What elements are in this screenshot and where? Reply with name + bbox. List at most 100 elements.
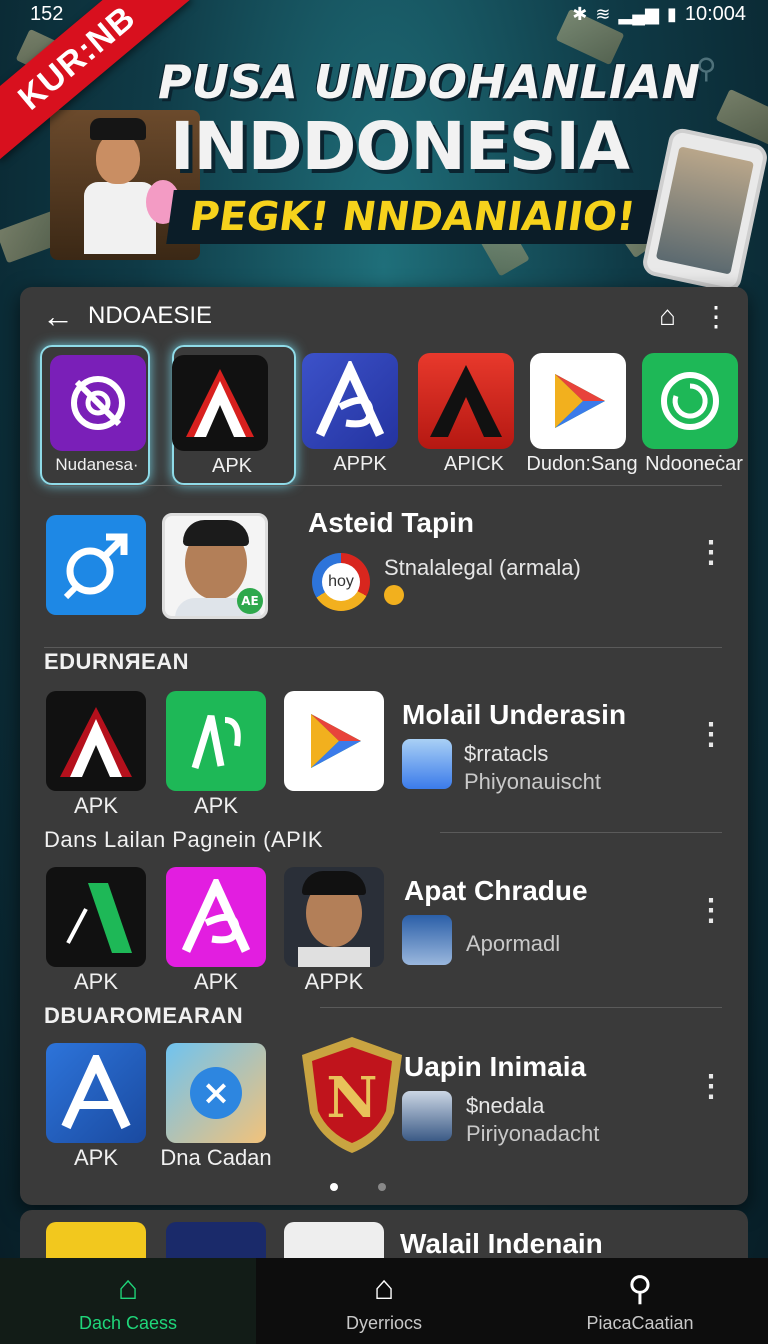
more-vert-icon[interactable]: ⋮ — [696, 1069, 726, 1104]
more-vert-icon[interactable]: ⋮ — [696, 893, 726, 928]
divider — [44, 485, 722, 486]
banner-subheadline: PEGK! NNDANIAIIO! — [166, 190, 659, 244]
page-dot[interactable] — [378, 1183, 386, 1191]
banner-headline: PUSA UNDOHANLIAN — [158, 55, 701, 109]
bottom-navigation: ⌂ Dach Caess ⌂ Dyerriocs ⚲ PiacaCaatian — [0, 1258, 768, 1344]
item-price: $rratacls — [464, 741, 549, 766]
page-dot-active[interactable] — [330, 1183, 338, 1191]
nav-tab-dach-caess[interactable]: ⌂ Dach Caess — [0, 1258, 256, 1344]
back-arrow-icon[interactable]: ← — [42, 298, 74, 335]
item-title: Uapin Inimaia — [404, 1051, 587, 1082]
apk-green-icon — [166, 691, 266, 791]
app-label: APK — [73, 1145, 119, 1170]
app-tile-appk[interactable]: APPK — [302, 345, 412, 485]
letter-a-icon — [172, 355, 268, 451]
browser-logo-icon: hoy — [312, 553, 370, 611]
status-time: 10:004 — [684, 2, 746, 25]
divider — [440, 832, 722, 833]
item-title: Walail Indenain — [400, 1228, 603, 1259]
item-category: Piriyonadacht — [466, 1121, 600, 1146]
more-vert-icon[interactable]: ⋮ — [696, 717, 726, 752]
nav-tab-dyerriocs[interactable]: ⌂ Dyerriocs — [256, 1258, 512, 1344]
app-store-panel: ← NDOAESIE ⌂ ⋮ Nudanesa· APK APPK APICK … — [20, 287, 748, 1205]
gender-male-icon — [46, 515, 146, 615]
person-avatar — [284, 867, 384, 967]
status-time-left: 152 — [30, 2, 64, 25]
app-label: APK — [193, 793, 239, 818]
app-tile-apk[interactable]: APK — [172, 345, 296, 485]
signal-icon: ▂▄▆ — [618, 3, 659, 24]
apk-green-stripe-icon — [46, 867, 146, 967]
app-mini-icon — [402, 1091, 452, 1141]
item-category: Phiyonauischt — [464, 769, 601, 794]
letter-a-icon — [46, 691, 146, 791]
app-mini-icon — [402, 739, 452, 789]
shield-n-icon: N — [294, 1033, 410, 1157]
whatsapp-icon — [642, 353, 738, 449]
more-vert-icon[interactable]: ⋮ — [702, 300, 730, 333]
play-store-icon — [530, 353, 626, 449]
play-store-icon — [284, 691, 384, 791]
app-label: APK — [73, 793, 119, 818]
app-carousel: Nudanesa· APK APPK APICK Dudon:Sang Ndoo… — [40, 345, 743, 485]
promo-banner[interactable]: KUR:NB PUSA UNDOHANLIAN INDDONESIA PEGK!… — [0, 0, 768, 290]
search-icon: ⚲ — [627, 1269, 653, 1308]
nav-label: Dyerriocs — [345, 1312, 422, 1333]
search-icon: ⚲ — [696, 53, 717, 84]
section-title: EDURNЯEAN — [44, 649, 189, 674]
close-circle-icon: × — [166, 1043, 266, 1143]
section-title: Dans Lailan Pagnein (APIK — [44, 827, 324, 852]
item-title: Asteid Tapin — [308, 507, 474, 538]
nav-label: Dach Caess — [78, 1312, 178, 1333]
status-bar: 152 ✱ ≋ ▂▄▆ ▮ 10:004 — [0, 0, 768, 28]
panel-header: ← NDOAESIE ⌂ ⋮ — [20, 287, 748, 345]
app-label: Ndooneċar — [645, 453, 743, 475]
app-label: APICK — [443, 453, 505, 475]
app-label: Dudon:Sang — [526, 453, 638, 475]
app-mini-icon — [402, 915, 452, 965]
app-tile-dudonsang[interactable]: Dudon:Sang — [526, 345, 640, 485]
more-vert-icon[interactable]: ⋮ — [696, 535, 726, 570]
page-indicator — [330, 1183, 386, 1191]
list-item[interactable]: APK × Dna Cadan N Uapin Inimaia $nedala … — [40, 1033, 730, 1170]
item-category: Apormadl — [466, 931, 561, 956]
letter-a-icon — [166, 867, 266, 967]
bluetooth-icon: ✱ — [572, 3, 588, 24]
wifi-icon: ≋ — [595, 3, 611, 24]
item-title: Apat Chradue — [404, 875, 588, 906]
banner-headline-country: INDDONESIA — [170, 108, 630, 185]
list-item[interactable]: APK APK APPK Apat Chradue Apormadl ⋮ — [40, 857, 730, 994]
nav-tab-piacacaatian[interactable]: ⚲ PiacaCaatian — [512, 1258, 768, 1344]
app-tile-nudanesa[interactable]: Nudanesa· — [40, 345, 150, 485]
home-icon[interactable]: ⌂ — [659, 300, 676, 332]
home-outline-icon: ⌂ — [373, 1268, 395, 1307]
list-item[interactable]: APK APK Molail Underasin $rratacls Phiyo… — [40, 681, 730, 818]
section-title: DBUAROMEARAN — [44, 1003, 244, 1028]
person-cap — [90, 118, 146, 140]
divider — [44, 647, 722, 648]
person-illustration — [84, 182, 156, 254]
item-title: Molail Underasin — [402, 699, 627, 730]
item-price: $nedala — [466, 1093, 545, 1118]
letter-a-icon — [46, 1043, 146, 1143]
target-icon — [50, 355, 146, 451]
featured-app-row[interactable]: AE Asteid Tapin hoy Stnalalegal (armala)… — [40, 499, 730, 629]
app-label: APK — [211, 455, 253, 477]
app-label: APPK — [333, 453, 387, 475]
app-label: Nudanesa· — [55, 455, 139, 474]
app-tile-apick[interactable]: APICK — [416, 345, 526, 485]
letter-a-icon — [418, 353, 514, 449]
item-subtitle: Stnalalegal (armala) — [384, 555, 581, 580]
person-avatar: AE — [162, 513, 268, 619]
coin-icon — [384, 585, 404, 605]
app-label: APK — [193, 969, 239, 994]
app-tile-ndooneear[interactable]: Ndooneċar — [642, 345, 748, 485]
home-icon: ⌂ — [117, 1268, 139, 1307]
phone-illustration — [640, 126, 768, 290]
nav-label: PiacaCaatian — [586, 1312, 694, 1333]
panel-title: NDOAESIE — [88, 302, 213, 329]
battery-icon: ▮ — [666, 3, 677, 24]
svg-text:N: N — [326, 1065, 377, 1131]
app-label: APPK — [304, 969, 364, 994]
divider — [320, 1007, 722, 1008]
